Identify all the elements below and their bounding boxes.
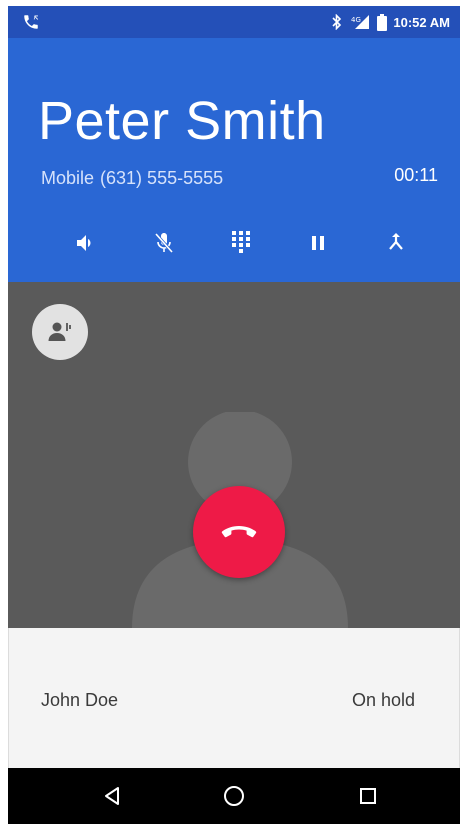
number-type-label: Mobile xyxy=(41,168,95,188)
back-button[interactable] xyxy=(92,776,132,816)
manage-conference-button[interactable] xyxy=(32,304,88,360)
caller-photo-area xyxy=(8,282,460,628)
status-bar: 4G 10:52 AM xyxy=(8,6,460,38)
mute-icon xyxy=(154,233,174,253)
end-call-button[interactable] xyxy=(193,486,285,578)
home-icon xyxy=(224,786,244,806)
home-button[interactable] xyxy=(214,776,254,816)
signal-icon: 4G xyxy=(351,15,370,29)
back-icon xyxy=(105,787,119,805)
phone-screen: 4G 10:52 AM Peter Smith Mobile (631) 555-… xyxy=(8,6,460,824)
recents-button[interactable] xyxy=(348,776,388,816)
caller-name: Peter Smith xyxy=(38,91,326,151)
call-action-bar xyxy=(8,223,460,263)
call-timer: 00:11 xyxy=(394,165,438,185)
speaker-icon xyxy=(77,235,91,251)
status-time: 10:52 AM xyxy=(393,14,450,30)
call-header: Peter Smith Mobile (631) 555-5555 00:11 xyxy=(8,38,460,282)
merge-button[interactable] xyxy=(376,223,416,263)
recents-icon xyxy=(360,788,376,804)
battery-icon xyxy=(377,13,388,31)
phone-call-icon xyxy=(24,15,39,29)
speaker-button[interactable] xyxy=(66,223,106,263)
merge-icon xyxy=(389,233,403,250)
bluetooth-icon xyxy=(332,14,342,30)
hold-icon xyxy=(312,236,324,250)
dialpad-button[interactable] xyxy=(221,223,261,263)
dialpad-icon xyxy=(232,231,250,253)
held-call-status: On hold xyxy=(351,690,415,710)
mute-button[interactable] xyxy=(144,223,184,263)
end-call-icon xyxy=(221,526,257,538)
conference-person-icon xyxy=(48,322,71,341)
held-caller-name: John Doe xyxy=(41,690,119,710)
caller-number-line: Mobile (631) 555-5555 xyxy=(41,168,223,189)
hold-button[interactable] xyxy=(298,223,338,263)
svg-text:4G: 4G xyxy=(351,16,361,24)
caller-number: (631) 555-5555 xyxy=(100,168,224,188)
navigation-bar xyxy=(8,768,460,824)
held-call-banner[interactable]: John Doe On hold xyxy=(8,628,460,768)
